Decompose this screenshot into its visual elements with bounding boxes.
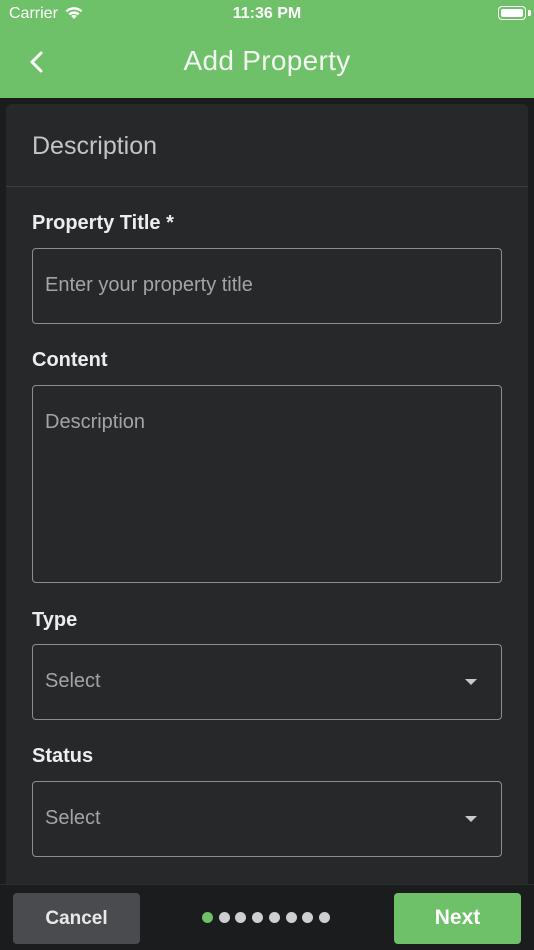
content-label: Content [32,349,108,371]
footer-bar: Cancel Next [0,884,534,950]
type-select[interactable]: Select [32,644,502,720]
section-divider [6,186,528,187]
type-label: Type [32,609,78,631]
content-textarea[interactable]: Description [32,385,502,583]
cancel-button[interactable]: Cancel [13,893,140,944]
step-dot [268,912,280,923]
battery-icon [498,6,526,20]
page-title: Add Property [183,45,351,76]
form-card: Description Property Title * Enter your … [6,104,528,886]
step-dot-active [202,912,213,923]
property-title-placeholder: Enter your property title [45,274,253,296]
step-dot [302,912,314,923]
section-title: Description [32,132,158,160]
step-dot [285,912,297,923]
status-time: 11:36 PM [232,5,302,22]
property-title-label: Property Title * [32,212,174,234]
property-title-input[interactable]: Enter your property title [32,248,502,324]
step-dot [318,912,330,923]
content-placeholder: Description [45,411,146,433]
next-button[interactable]: Next [394,893,521,944]
app-header: Carrier 11:36 PM Add Property [0,0,534,98]
step-dot [235,912,247,923]
status-select[interactable]: Select [32,781,502,857]
step-dot [252,912,264,923]
step-indicator [202,912,336,924]
dropdown-arrow-icon [465,816,477,822]
step-dot [218,912,230,923]
status-select-value: Select [45,807,101,829]
status-bar: Carrier 11:36 PM [0,0,534,28]
battery-cap [528,10,531,16]
status-label: Status [32,745,94,767]
dropdown-arrow-icon [465,679,477,685]
type-select-value: Select [45,670,101,692]
